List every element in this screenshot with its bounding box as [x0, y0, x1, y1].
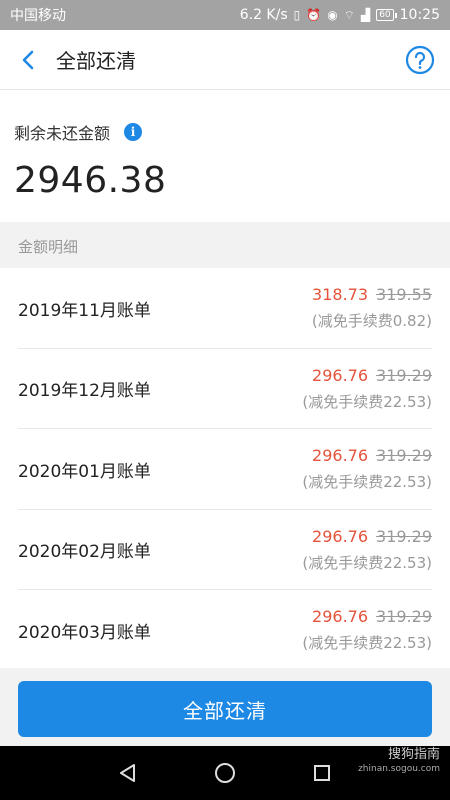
chevron-left-icon: [22, 50, 34, 69]
bill-row: 2020年01月账单 296.76 319.29 (减免手续费22.53): [0, 429, 450, 510]
bill-original-amount: 319.29: [376, 607, 432, 627]
bill-row: 2019年12月账单 296.76 319.29 (减免手续费22.53): [0, 349, 450, 430]
bill-fee-note: (减免手续费22.53): [302, 473, 432, 492]
watermark-url: zhinan.sogou.com: [358, 764, 440, 774]
summary-label-row: 剩余未还金额 i: [14, 120, 436, 144]
bill-fee-note: (减免手续费22.53): [302, 553, 432, 572]
bill-amounts: 296.76 319.29 (减免手续费22.53): [302, 607, 432, 653]
top-nav-bar: 全部还清: [0, 30, 450, 90]
help-button[interactable]: [390, 30, 450, 90]
status-bar: 中国移动 6.2 K/s ▯ ⏰ ◉ ⌔ ▟ 60 10:25: [0, 0, 450, 30]
bill-amount: 318.73: [312, 285, 369, 305]
bill-original-amount: 319.55: [376, 285, 432, 305]
watermark: 搜狗指南 zhinan.sogou.com: [358, 748, 440, 776]
bill-amount: 296.76: [312, 526, 369, 546]
bill-amount: 296.76: [312, 365, 369, 385]
bill-fee-note: (减免手续费22.53): [302, 634, 432, 653]
network-speed: 6.2 K/s: [239, 7, 288, 23]
bill-original-amount: 319.29: [376, 446, 432, 466]
status-icons: 6.2 K/s ▯ ⏰ ◉ ⌔ ▟ 60 10:25: [240, 7, 440, 23]
bill-label: 2020年03月账单: [18, 622, 151, 643]
circle-home-icon: [214, 763, 235, 783]
bill-fee-note: (减免手续费0.82): [311, 312, 432, 331]
vibrate-icon: ▯: [293, 8, 301, 22]
details-section-title: 金额明细: [0, 222, 450, 268]
bill-amounts: 296.76 319.29 (减免手续费22.53): [302, 527, 432, 573]
watermark-title: 搜狗指南: [387, 747, 440, 762]
page-title: 全部还清: [56, 49, 136, 73]
triangle-back-icon: [120, 764, 136, 782]
remaining-summary: 剩余未还金额 i 2946.38: [0, 90, 450, 222]
pay-all-button[interactable]: 全部还清: [18, 681, 432, 737]
question-circle-icon: [405, 45, 435, 74]
nav-recents-button[interactable]: [302, 753, 342, 793]
bill-amounts: 296.76 319.29 (减免手续费22.53): [302, 446, 432, 492]
square-recents-icon: [313, 765, 330, 781]
signal-icon: ▟: [360, 8, 371, 22]
remaining-amount: 2946.38: [14, 160, 167, 201]
wifi-icon: ⌔: [343, 7, 355, 22]
bill-amounts: 318.73 319.55 (减免手续费0.82): [312, 285, 432, 331]
back-button[interactable]: [0, 30, 56, 90]
bill-original-amount: 319.29: [376, 365, 432, 385]
bill-label: 2019年11月账单: [18, 300, 151, 321]
bill-row: 2020年02月账单 296.76 319.29 (减免手续费22.53): [0, 510, 450, 591]
bill-original-amount: 319.29: [376, 526, 432, 546]
bill-amounts: 296.76 319.29 (减免手续费22.53): [302, 366, 432, 412]
carrier-label: 中国移动: [10, 8, 66, 24]
alarm-icon: ⏰: [306, 8, 322, 22]
bill-label: 2020年02月账单: [18, 542, 151, 563]
info-icon[interactable]: i: [124, 123, 143, 141]
bill-amount: 296.76: [312, 607, 369, 627]
bill-row: 2020年03月账单 296.76 319.29 (减免手续费22.53): [0, 590, 450, 671]
bill-list: 2019年11月账单 318.73 319.55 (减免手续费0.82) 2019…: [0, 268, 450, 671]
eye-icon: ◉: [327, 8, 338, 22]
battery-level: 60: [379, 10, 391, 20]
bill-row: 2019年11月账单 318.73 319.55 (减免手续费0.82): [0, 268, 450, 349]
battery-icon: 60: [376, 9, 398, 21]
remaining-label: 剩余未还金额: [14, 124, 111, 143]
bill-fee-note: (减免手续费22.53): [302, 392, 432, 411]
nav-back-button[interactable]: [108, 753, 148, 793]
bill-label: 2019年12月账单: [18, 381, 151, 402]
clock: 10:25: [399, 7, 440, 23]
bill-amount: 296.76: [312, 446, 369, 466]
nav-home-button[interactable]: [205, 753, 245, 793]
bill-label: 2020年01月账单: [18, 461, 151, 482]
